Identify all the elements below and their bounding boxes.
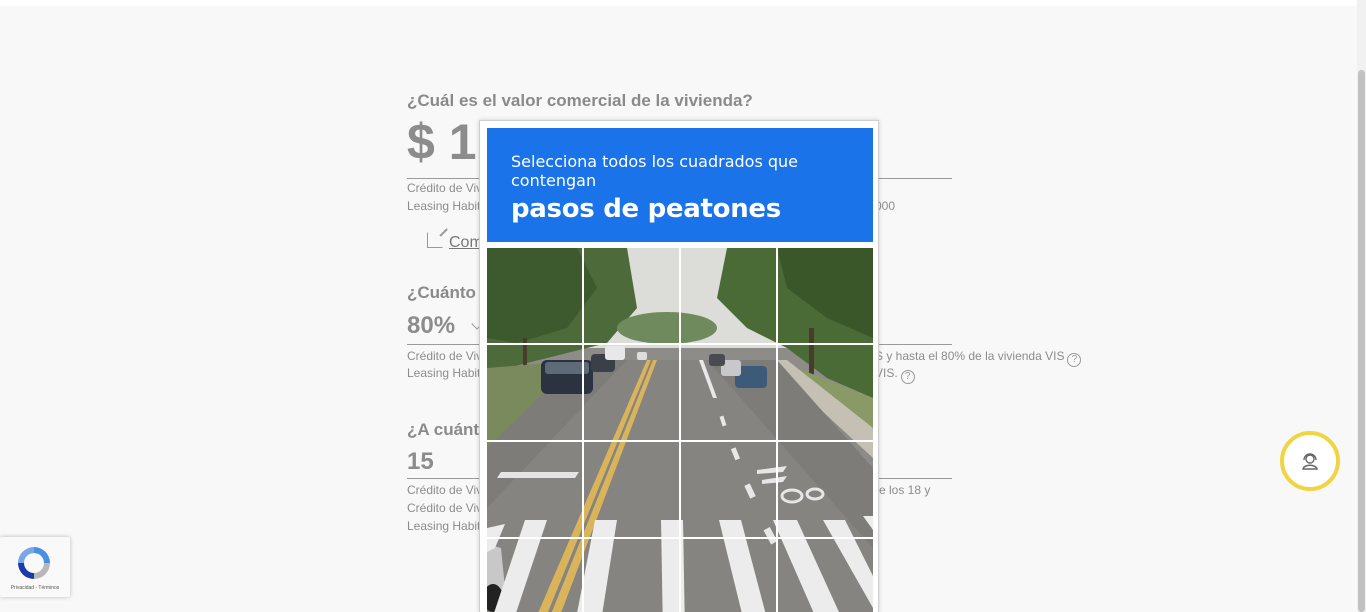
external-link-icon	[427, 232, 443, 248]
help-icon[interactable]: ?	[1067, 353, 1082, 367]
note-leasing-1: Leasing Habit	[407, 199, 481, 213]
property-value-input[interactable]: $ 1	[407, 113, 477, 171]
note-credito-1: Crédito de Viv	[407, 181, 483, 195]
challenge-tile-5[interactable]	[487, 345, 582, 440]
question-property-value: ¿Cuál es el valor comercial de la vivien…	[407, 91, 753, 110]
challenge-image-grid	[487, 248, 873, 612]
compare-link-label: Com	[449, 234, 483, 251]
challenge-tile-9[interactable]	[487, 442, 582, 537]
note-leasing-3: Leasing Habit	[407, 519, 481, 533]
note-leasing-2: Leasing Habit	[407, 366, 481, 380]
challenge-tile-3[interactable]	[681, 248, 776, 343]
challenge-tile-16[interactable]	[778, 539, 873, 612]
challenge-instruction: Selecciona todos los cuadrados que conte…	[511, 152, 799, 190]
challenge-target: pasos de peatones	[511, 194, 781, 224]
challenge-tile-1[interactable]	[487, 248, 582, 343]
help-icon[interactable]: ?	[900, 370, 915, 384]
recaptcha-challenge: Selecciona todos los cuadrados que conte…	[479, 120, 879, 612]
note-credito-2-tail: S y hasta el 80% de la vivienda VIS?	[875, 349, 1082, 367]
note-credito-3-tail: re los 18 y	[875, 483, 931, 497]
challenge-tile-2[interactable]	[584, 248, 679, 343]
page-scrollbar-thumb[interactable]	[1358, 70, 1365, 612]
note-credito-2: Crédito de Viv	[407, 349, 483, 363]
challenge-tile-7[interactable]	[681, 345, 776, 440]
challenge-tile-4[interactable]	[778, 248, 873, 343]
challenge-tile-13[interactable]	[487, 539, 582, 612]
headset-icon	[1302, 453, 1318, 470]
challenge-tile-8[interactable]	[778, 345, 873, 440]
page-scrollbar[interactable]	[1357, 0, 1366, 612]
compare-link[interactable]: Com	[427, 232, 483, 252]
support-chat-button[interactable]	[1280, 431, 1340, 491]
challenge-tile-10[interactable]	[584, 442, 679, 537]
recaptcha-badge[interactable]: Privacidad - Términos	[0, 537, 70, 597]
challenge-tile-14[interactable]	[584, 539, 679, 612]
challenge-banner: Selecciona todos los cuadrados que conte…	[487, 128, 873, 242]
challenge-tile-12[interactable]	[778, 442, 873, 537]
question-term-years: ¿A cuánto	[407, 420, 490, 439]
finance-percent-select[interactable]: 80%	[407, 312, 455, 340]
challenge-tile-15[interactable]	[681, 539, 776, 612]
note-credito-3: Crédito de Viv	[407, 483, 483, 497]
term-years-input[interactable]: 15	[407, 448, 434, 476]
note-credito-3b: Crédito de Viv	[407, 501, 483, 515]
recaptcha-badge-text: Privacidad - Términos	[10, 585, 60, 591]
note-leasing-2-tail: VIS.?	[875, 366, 915, 384]
challenge-tile-11[interactable]	[681, 442, 776, 537]
challenge-tile-6[interactable]	[584, 345, 679, 440]
recaptcha-logo-icon	[18, 547, 50, 579]
